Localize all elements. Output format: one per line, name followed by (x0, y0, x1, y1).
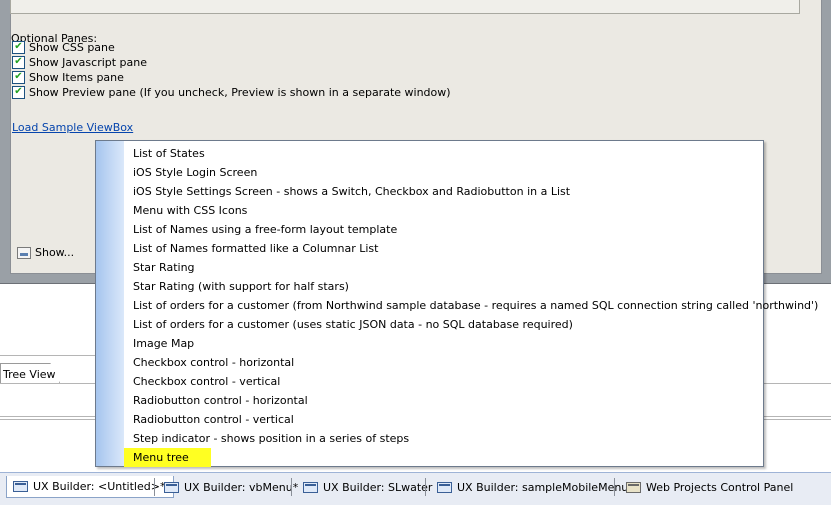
show-preview-icon (17, 246, 31, 259)
window-icon (13, 481, 28, 492)
popup-item-list-of-states[interactable]: List of States (124, 144, 763, 163)
tab-ux-builder-untitled[interactable]: UX Builder: <Untitled>* (6, 476, 175, 498)
popup-item-star-rating-half[interactable]: Star Rating (with support for half stars… (124, 277, 763, 296)
show-button[interactable]: Show... (17, 246, 74, 259)
popup-item-menu-css-icons[interactable]: Menu with CSS Icons (124, 201, 763, 220)
checkbox-checked-icon[interactable]: ✔ (12, 70, 25, 84)
checkbox-label: Show CSS pane (29, 40, 115, 54)
show-button-label: Show... (35, 246, 75, 259)
tab-tree-view-label: Tree View (3, 368, 56, 381)
window-icon (164, 481, 179, 493)
divider (0, 355, 100, 356)
tab-ux-builder-vbmenu[interactable]: UX Builder: vbMenu* (158, 476, 306, 498)
checkbox-show-preview-pane[interactable]: ✔ Show Preview pane (If you uncheck, Pre… (12, 85, 451, 99)
tab-ux-builder-slwater[interactable]: UX Builder: SLwater (297, 476, 440, 498)
tab-label: UX Builder: SLwater (323, 480, 433, 494)
tab-tree-view[interactable]: Tree View (0, 363, 60, 383)
popup-item-star-rating[interactable]: Star Rating (124, 258, 763, 277)
window-icon (437, 481, 452, 493)
sample-viewbox-popup-menu: List of States iOS Style Login Screen iO… (95, 140, 818, 467)
tab-web-projects-control-panel[interactable]: Web Projects Control Panel (620, 476, 801, 498)
popup-item-step-indicator[interactable]: Step indicator - shows position in a ser… (124, 429, 763, 448)
checkbox-show-css-pane[interactable]: ✔ Show CSS pane (12, 40, 115, 54)
checkbox-checked-icon[interactable]: ✔ (12, 40, 25, 54)
popup-list: List of States iOS Style Login Screen iO… (124, 144, 818, 467)
tab-separator (614, 478, 615, 496)
checkbox-label: Show Javascript pane (29, 55, 148, 69)
checkbox-label: Show Items pane (29, 70, 124, 84)
tab-separator (291, 478, 292, 496)
tab-label: UX Builder: vbMenu* (184, 480, 299, 494)
popup-item-names-columnar[interactable]: List of Names formatted like a Columnar … (124, 239, 763, 258)
popup-item-checkbox-vertical[interactable]: Checkbox control - vertical (124, 372, 763, 391)
popup-item-ios-login[interactable]: iOS Style Login Screen (124, 163, 763, 182)
tab-separator (154, 478, 155, 496)
popup-gutter (96, 141, 124, 466)
popup-item-orders-json[interactable]: List of orders for a customer (uses stat… (124, 315, 763, 334)
checkbox-show-javascript-pane[interactable]: ✔ Show Javascript pane (12, 55, 147, 69)
tab-label: UX Builder: <Untitled>* (33, 480, 166, 493)
tab-ux-builder-samplemobilemenu[interactable]: UX Builder: sampleMobileMenu* (431, 476, 642, 498)
checkbox-checked-icon[interactable]: ✔ (12, 55, 25, 69)
popup-item-ios-settings[interactable]: iOS Style Settings Screen - shows a Swit… (124, 182, 763, 201)
checkbox-checked-icon[interactable]: ✔ (12, 85, 25, 99)
popup-item-radiobutton-horizontal[interactable]: Radiobutton control - horizontal (124, 391, 763, 410)
dialog-top-field (10, 0, 800, 14)
popup-item-menu-tree[interactable]: Menu tree (124, 448, 211, 467)
document-tab-bar: UX Builder: <Untitled>* UX Builder: vbMe… (0, 472, 831, 505)
window-icon (303, 481, 318, 493)
control-panel-icon (626, 481, 641, 493)
checkbox-label: Show Preview pane (If you uncheck, Previ… (29, 85, 451, 99)
popup-item-orders-northwind[interactable]: List of orders for a customer (from Nort… (124, 296, 818, 315)
checkbox-show-items-pane[interactable]: ✔ Show Items pane (12, 70, 124, 84)
popup-item-image-map[interactable]: Image Map (124, 334, 763, 353)
tab-label: Web Projects Control Panel (646, 480, 794, 494)
popup-item-radiobutton-vertical[interactable]: Radiobutton control - vertical (124, 410, 763, 429)
tab-separator (425, 478, 426, 496)
tab-label: UX Builder: sampleMobileMenu* (457, 480, 634, 494)
load-sample-viewbox-link[interactable]: Load Sample ViewBox (12, 121, 133, 134)
popup-item-checkbox-horizontal[interactable]: Checkbox control - horizontal (124, 353, 763, 372)
popup-item-names-free-form[interactable]: List of Names using a free-form layout t… (124, 220, 763, 239)
